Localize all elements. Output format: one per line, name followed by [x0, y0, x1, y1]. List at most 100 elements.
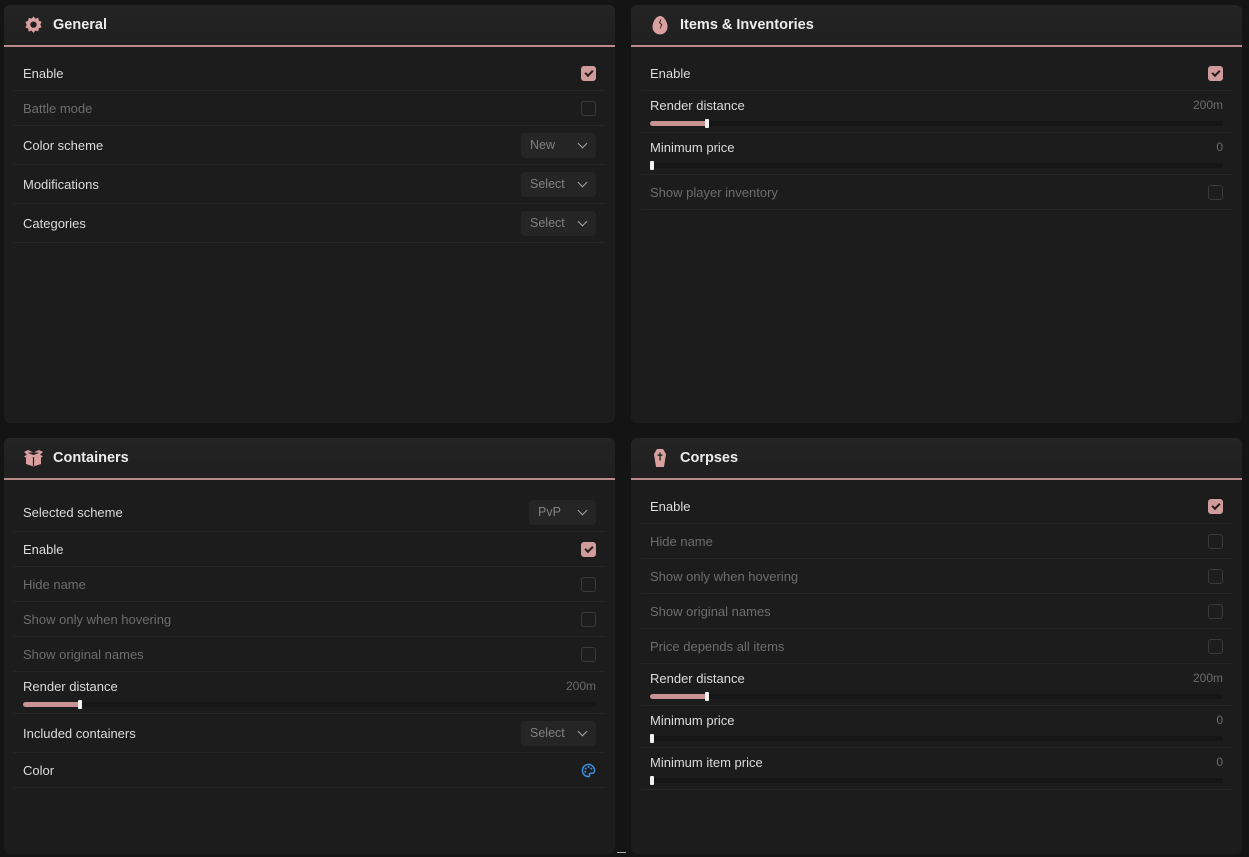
hide-name-checkbox[interactable] — [581, 576, 596, 592]
enable-label: Enable — [650, 498, 691, 514]
show-only-hovering-label: Show only when hovering — [23, 611, 172, 627]
minimum-price-slider-row: Minimum price 0 — [641, 706, 1232, 748]
selected-scheme-row: Selected scheme PvP — [14, 493, 605, 532]
slider-thumb[interactable] — [705, 118, 710, 128]
minimum-price-value: 0 — [1216, 140, 1223, 154]
minimum-item-price-label: Minimum item price — [650, 754, 763, 770]
show-only-hovering-row: Show only when hovering — [641, 559, 1232, 594]
color-label: Color — [23, 762, 55, 778]
minimum-price-value: 0 — [1216, 713, 1223, 727]
price-depends-row: Price depends all items — [641, 629, 1232, 664]
render-distance-slider[interactable] — [650, 691, 1223, 701]
minimum-price-slider-row: Minimum price 0 — [641, 133, 1232, 175]
color-scheme-dropdown[interactable]: New — [521, 132, 596, 158]
minimum-price-label: Minimum price — [650, 139, 735, 155]
slider-thumb[interactable] — [650, 775, 654, 785]
render-distance-slider[interactable] — [23, 699, 596, 709]
render-distance-slider-row: Render distance 200m — [641, 664, 1232, 706]
render-distance-value: 200m — [565, 679, 596, 693]
chevron-down-icon — [577, 138, 588, 148]
enable-label: Enable — [650, 65, 691, 81]
chevron-down-icon — [577, 216, 588, 226]
minimum-price-label: Minimum price — [650, 712, 735, 728]
show-only-hovering-checkbox[interactable] — [1208, 568, 1223, 584]
color-scheme-row: Color scheme New — [14, 126, 605, 165]
gear-icon — [22, 14, 44, 36]
slider-thumb[interactable] — [78, 699, 83, 709]
dropdown-value: Select — [530, 216, 565, 230]
minimum-price-slider[interactable] — [650, 733, 1223, 743]
minimum-item-price-slider[interactable] — [650, 775, 1223, 785]
panel-title: Items & Inventories — [680, 17, 814, 33]
corpses-header: Corpses — [631, 438, 1242, 480]
enable-label: Enable — [23, 541, 64, 557]
show-player-inventory-row: Show player inventory — [641, 175, 1232, 210]
resize-handle[interactable] — [617, 852, 626, 857]
enable-checkbox[interactable] — [1208, 65, 1223, 81]
dropdown-value: New — [530, 138, 556, 152]
panel-title: Corpses — [680, 450, 739, 466]
dropdown-value: Select — [530, 177, 565, 191]
corpses-enable-row: Enable — [641, 489, 1232, 524]
show-original-names-row: Show original names — [14, 637, 605, 672]
show-original-names-label: Show original names — [650, 603, 771, 619]
dropdown-value: PvP — [538, 505, 561, 519]
slider-thumb[interactable] — [650, 160, 654, 170]
included-containers-row: Included containers Select — [14, 714, 605, 753]
show-original-names-row: Show original names — [641, 594, 1232, 629]
render-distance-slider[interactable] — [650, 118, 1223, 128]
slider-fill — [650, 693, 708, 699]
general-enable-row: Enable — [14, 56, 605, 91]
enable-checkbox[interactable] — [581, 65, 596, 81]
general-panel: General Enable Battle mode Color scheme … — [4, 5, 615, 423]
show-original-names-checkbox[interactable] — [1208, 603, 1223, 619]
battle-mode-checkbox[interactable] — [581, 100, 596, 116]
enable-checkbox[interactable] — [1208, 498, 1223, 514]
price-depends-label: Price depends all items — [650, 638, 785, 654]
battle-mode-label: Battle mode — [23, 100, 93, 116]
show-original-names-label: Show original names — [23, 646, 144, 662]
included-containers-label: Included containers — [23, 725, 136, 741]
hide-name-label: Hide name — [650, 533, 713, 549]
selected-scheme-dropdown[interactable]: PvP — [529, 499, 596, 525]
containers-header: Containers — [4, 438, 615, 480]
dropdown-value: Select — [530, 726, 565, 740]
modifications-row: Modifications Select — [14, 165, 605, 204]
chevron-down-icon — [577, 177, 588, 187]
chevron-down-icon — [577, 505, 588, 515]
slider-fill — [23, 701, 81, 707]
slider-thumb[interactable] — [705, 691, 710, 701]
show-only-hovering-checkbox[interactable] — [581, 611, 596, 627]
render-distance-slider-row: Render distance 200m — [641, 91, 1232, 133]
modifications-label: Modifications — [23, 176, 99, 192]
hide-name-checkbox[interactable] — [1208, 533, 1223, 549]
price-depends-checkbox[interactable] — [1208, 638, 1223, 654]
show-original-names-checkbox[interactable] — [581, 646, 596, 662]
enable-checkbox[interactable] — [581, 541, 596, 557]
containers-enable-row: Enable — [14, 532, 605, 567]
included-containers-dropdown[interactable]: Select — [521, 720, 596, 746]
chevron-down-icon — [577, 726, 588, 736]
render-distance-label: Render distance — [23, 678, 118, 694]
selected-scheme-label: Selected scheme — [23, 504, 123, 520]
slider-fill — [650, 120, 708, 126]
modifications-dropdown[interactable]: Select — [521, 171, 596, 197]
render-distance-label: Render distance — [650, 97, 745, 113]
palette-icon[interactable] — [581, 763, 596, 778]
show-player-inventory-checkbox[interactable] — [1208, 184, 1223, 200]
panel-title: General — [53, 17, 107, 33]
corpses-panel: Corpses Enable Hide name Show only when … — [631, 438, 1242, 854]
enable-label: Enable — [23, 65, 64, 81]
slider-thumb[interactable] — [650, 733, 654, 743]
show-player-inventory-label: Show player inventory — [650, 184, 778, 200]
render-distance-value: 200m — [1192, 98, 1223, 112]
categories-row: Categories Select — [14, 204, 605, 243]
render-distance-slider-row: Render distance 200m — [14, 672, 605, 714]
containers-panel: Containers Selected scheme PvP Enable Hi… — [4, 438, 615, 854]
items-enable-row: Enable — [641, 56, 1232, 91]
minimum-price-slider[interactable] — [650, 160, 1223, 170]
box-icon — [22, 447, 44, 469]
categories-dropdown[interactable]: Select — [521, 210, 596, 236]
hide-name-row: Hide name — [14, 567, 605, 602]
general-header: General — [4, 5, 615, 47]
